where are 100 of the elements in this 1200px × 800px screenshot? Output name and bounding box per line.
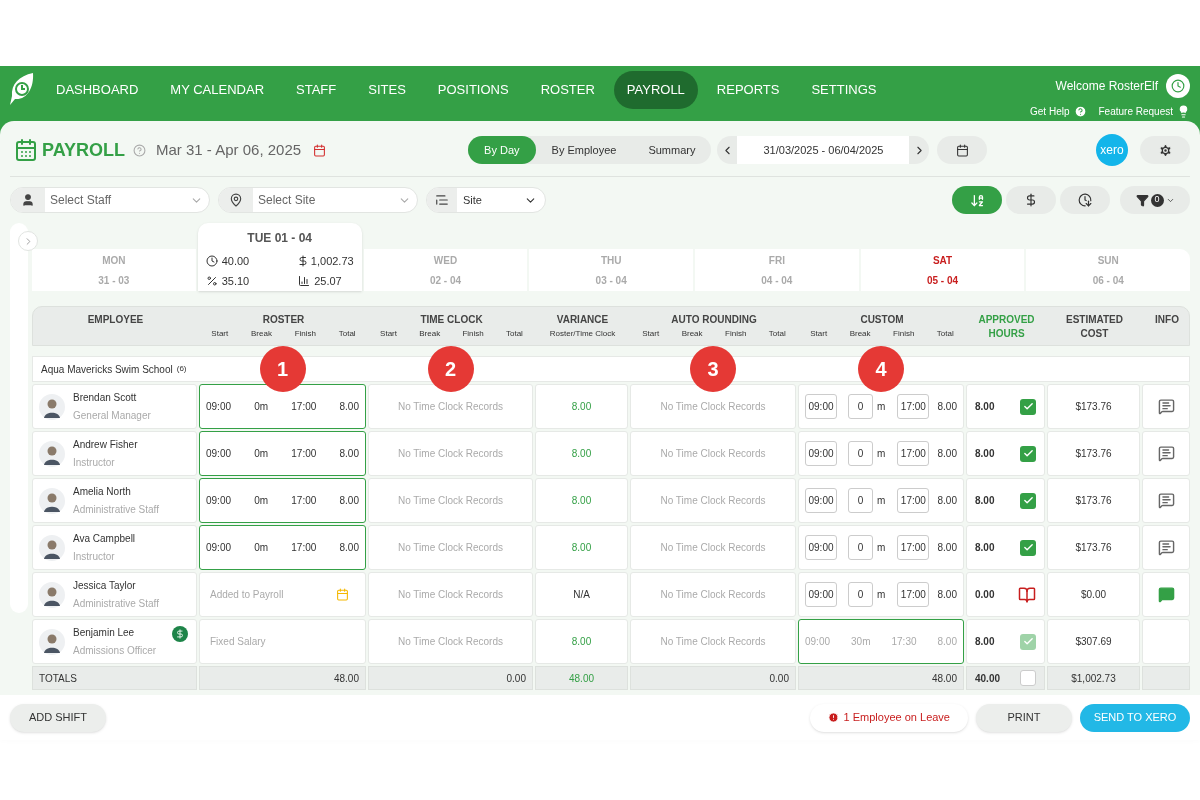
hours-value: 40.00 [221, 254, 250, 269]
total-value: 8.00 [339, 447, 359, 461]
time-value: 17:30 [891, 635, 917, 649]
roster-note: Added to Payroll [210, 588, 284, 602]
estimated-cost: $173.76 [1075, 447, 1112, 461]
break-value: 0m [254, 400, 269, 414]
profile-button[interactable] [1166, 74, 1190, 98]
finish-input[interactable]: 17:00 [897, 582, 930, 607]
finish-input[interactable]: 17:00 [897, 441, 930, 466]
approval-checkbox[interactable] [1020, 539, 1036, 556]
employee-role: Instructor [73, 456, 116, 470]
approval-checkbox[interactable] [1020, 445, 1036, 462]
unit-label: m [877, 494, 886, 508]
finish-input[interactable]: 17:00 [897, 488, 930, 513]
date-range-field[interactable]: 31/03/2025 - 06/04/2025 [737, 136, 910, 164]
comment-icon[interactable] [1157, 398, 1175, 415]
column-subheader: Start [380, 328, 397, 340]
sort-button[interactable] [1060, 186, 1110, 214]
sort-button[interactable] [1006, 186, 1056, 214]
start-input[interactable]: 09:00 [805, 488, 837, 513]
finish-input[interactable]: 17:00 [897, 535, 930, 560]
approved-hours: 0.00 [975, 588, 995, 602]
approved-hours: 8.00 [975, 400, 995, 414]
break-input[interactable]: 0 [848, 441, 873, 466]
start-input[interactable]: 09:00 [805, 582, 837, 607]
avatar [39, 487, 65, 514]
logo-icon[interactable] [9, 72, 35, 106]
column-header: AUTO ROUNDING [671, 313, 757, 327]
day-card[interactable]: TUE 01 - 04 40.00 1,002.73 35.10 25.07 [197, 223, 362, 291]
settings-button[interactable] [1140, 136, 1190, 164]
view-tab[interactable]: Summary [632, 136, 712, 164]
lightbulb-icon [1177, 105, 1190, 118]
column-header: INFO [1154, 313, 1180, 327]
view-tab[interactable]: By Employee [535, 136, 633, 164]
break-value: 0m [254, 447, 269, 461]
start-input[interactable]: 09:00 [805, 535, 837, 560]
filter-count: 0 [1150, 193, 1164, 207]
comment-icon[interactable] [1157, 492, 1175, 509]
employee-role: Admissions Officer [73, 644, 157, 658]
print-button[interactable]: PRINT [976, 703, 1072, 732]
time-value: 17:00 [291, 541, 317, 555]
column-subheader: Start [211, 328, 229, 340]
time-clock-note: No Time Clock Records [398, 588, 503, 602]
info-cell [1142, 619, 1190, 664]
day-tab[interactable]: SAT 05 - 04 [860, 249, 1025, 291]
column-subheader: Break [681, 328, 703, 340]
unit-label: m [877, 541, 886, 555]
column-header: CUSTOM [860, 313, 904, 327]
comment-icon[interactable] [1157, 539, 1175, 556]
calendar-button[interactable] [937, 136, 988, 164]
break-input[interactable]: 0 [848, 394, 873, 419]
calendar-icon[interactable] [313, 143, 327, 157]
settings-icon [1157, 142, 1173, 158]
comment-icon[interactable] [1157, 445, 1175, 462]
employee-role: Administrative Staff [73, 597, 159, 611]
time-value: 17:00 [291, 400, 317, 414]
staff-select[interactable]: Select Staff [10, 187, 210, 213]
total-value: 8.00 [937, 494, 957, 508]
site-select[interactable]: Select Site [218, 187, 418, 213]
total-value: 48.00 [569, 671, 594, 686]
total-value: 0.00 [506, 671, 526, 686]
avatar [39, 581, 65, 608]
group-count: (6) [176, 363, 187, 375]
check-icon [1022, 495, 1034, 506]
variance-value: 8.00 [571, 400, 592, 414]
break-input[interactable]: 0 [848, 535, 873, 560]
approval-checkbox[interactable] [1020, 398, 1036, 415]
step-marker: 4 [858, 346, 904, 392]
employee-name: Jessica Taylor [73, 579, 137, 593]
group-by-value: Site [463, 192, 482, 208]
add-shift-button[interactable]: ADD SHIFT [10, 703, 106, 732]
approval-checkbox[interactable] [1020, 670, 1036, 686]
total-value: 8.00 [937, 400, 957, 414]
help-icon[interactable] [133, 143, 146, 157]
rounding-note: No Time Clock Records [660, 494, 766, 508]
employee-role: Administrative Staff [73, 503, 159, 517]
avatar [39, 393, 65, 420]
cost-value: 1,002.73 [310, 254, 354, 269]
rounding-note: No Time Clock Records [660, 447, 766, 461]
sort-button[interactable] [952, 186, 1002, 214]
nav-tab[interactable]: PAYROLL [613, 71, 698, 109]
group-by-select[interactable]: Site [426, 187, 546, 213]
approved-hours: 8.00 [975, 447, 995, 461]
dollar-icon [1024, 193, 1038, 207]
break-input[interactable]: 0 [848, 488, 873, 513]
help-icon [1073, 105, 1087, 118]
start-input[interactable]: 09:00 [805, 394, 837, 419]
leave-notice-button[interactable]: 1 Employee on Leave [809, 703, 968, 732]
break-input[interactable]: 0 [848, 582, 873, 607]
estimated-cost: $307.69 [1075, 635, 1112, 649]
comment-icon[interactable] [1157, 586, 1175, 603]
finish-input[interactable]: 17:00 [897, 394, 930, 419]
start-input[interactable]: 09:00 [805, 441, 837, 466]
total-value: 8.00 [937, 635, 957, 649]
step-marker: 1 [259, 346, 306, 392]
filter-button[interactable]: 0 [1120, 186, 1190, 214]
break-value: 0m [254, 541, 269, 555]
approval-checkbox[interactable] [1020, 492, 1036, 509]
clock-sort-icon [1078, 193, 1092, 207]
column-header: ESTIMATED COST [1064, 313, 1124, 341]
